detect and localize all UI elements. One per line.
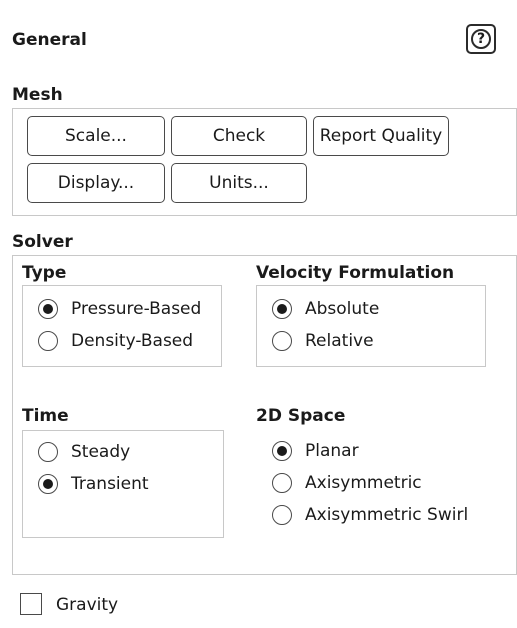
radio-planar[interactable]: Planar xyxy=(272,439,359,463)
radio-label: Pressure-Based xyxy=(71,299,202,319)
question-circle-icon: ? xyxy=(471,29,491,49)
2d-space-label: 2D Space xyxy=(256,406,346,426)
radio-button-selected[interactable] xyxy=(38,474,58,494)
display-button[interactable]: Display... xyxy=(27,163,165,203)
radio-button[interactable] xyxy=(38,442,58,462)
help-button[interactable]: ? xyxy=(466,24,496,54)
radio-button-selected[interactable] xyxy=(38,299,58,319)
solver-section-label: Solver xyxy=(12,232,73,252)
radio-relative[interactable]: Relative xyxy=(272,329,374,353)
velocity-formulation-label: Velocity Formulation xyxy=(256,263,455,283)
panel-title: General xyxy=(12,30,87,50)
radio-label: Relative xyxy=(305,331,374,351)
radio-label: Planar xyxy=(305,441,359,461)
gravity-label: Gravity xyxy=(56,595,119,615)
radio-label: Axisymmetric xyxy=(305,473,422,493)
radio-steady[interactable]: Steady xyxy=(38,440,130,464)
radio-button[interactable] xyxy=(272,505,292,525)
radio-label: Density-Based xyxy=(71,331,194,351)
check-button[interactable]: Check xyxy=(171,116,307,156)
radio-button-selected[interactable] xyxy=(272,299,292,319)
gravity-checkbox[interactable] xyxy=(20,593,42,615)
type-label: Type xyxy=(22,263,67,283)
scale-button[interactable]: Scale... xyxy=(27,116,165,156)
time-label: Time xyxy=(22,406,69,426)
mesh-section-label: Mesh xyxy=(12,85,63,105)
radio-transient[interactable]: Transient xyxy=(38,472,149,496)
radio-pressure-based[interactable]: Pressure-Based xyxy=(38,297,201,321)
units-button[interactable]: Units... xyxy=(171,163,307,203)
radio-axisymmetric-swirl[interactable]: Axisymmetric Swirl xyxy=(272,503,468,527)
radio-label: Transient xyxy=(71,474,149,494)
radio-button-selected[interactable] xyxy=(272,441,292,461)
radio-button[interactable] xyxy=(272,473,292,493)
radio-label: Axisymmetric Swirl xyxy=(305,505,469,525)
radio-absolute[interactable]: Absolute xyxy=(272,297,379,321)
radio-axisymmetric[interactable]: Axisymmetric xyxy=(272,471,422,495)
report-quality-button[interactable]: Report Quality xyxy=(313,116,449,156)
radio-density-based[interactable]: Density-Based xyxy=(38,329,193,353)
radio-label: Steady xyxy=(71,442,131,462)
radio-button[interactable] xyxy=(38,331,58,351)
radio-label: Absolute xyxy=(305,299,380,319)
radio-button[interactable] xyxy=(272,331,292,351)
